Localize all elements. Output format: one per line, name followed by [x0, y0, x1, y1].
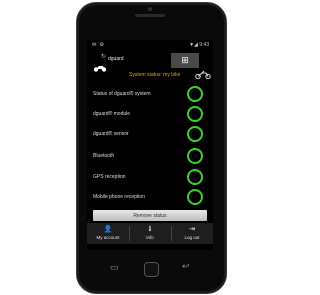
earpiece-speaker: [135, 14, 165, 17]
status-row-mobile: Mobile phone reception: [87, 187, 213, 207]
user-icon: 👤: [103, 226, 113, 233]
tab-dashboard[interactable]: ⊞: [171, 53, 199, 68]
row-label: dguard® module: [93, 111, 131, 117]
status-time: ▼◢ 9:43: [189, 42, 209, 48]
status-ok-icon: [187, 148, 203, 164]
row-label: Bluetooth: [93, 153, 115, 159]
status-row-module: dguard® module: [87, 104, 213, 124]
motorcycle-icon[interactable]: [195, 70, 211, 79]
app-screen: ✉ ⚙ ▼◢ 9:43 ↻ dguard ⊞ System status: my…: [87, 40, 213, 250]
notification-icons: ✉ ⚙: [92, 42, 106, 48]
nav-info[interactable]: ℹ Info: [129, 223, 171, 244]
row-label: Status of dguard® system: [93, 91, 151, 97]
remove-status-button[interactable]: Remove status: [93, 210, 207, 221]
front-camera: [148, 7, 152, 11]
status-ok-icon: [187, 189, 203, 205]
nav-log-out[interactable]: ⇥ Log out: [171, 223, 213, 244]
info-icon: ℹ: [148, 226, 152, 233]
row-label: dguard® sensor: [93, 131, 129, 137]
status-row-bluetooth: Bluetooth: [87, 146, 213, 166]
status-ok-icon: [187, 126, 203, 142]
status-bar: ✉ ⚙ ▼◢ 9:43: [87, 40, 213, 49]
back-key-icon[interactable]: ↩: [182, 261, 190, 272]
nav-label: My account: [96, 235, 120, 240]
logout-icon: ⇥: [189, 226, 195, 233]
status-ok-icon: [187, 106, 203, 122]
status-row-sensor: dguard® sensor: [87, 124, 213, 144]
bottom-nav: 👤 My account ℹ Info ⇥ Log out: [87, 223, 213, 244]
nav-my-account[interactable]: 👤 My account: [87, 223, 129, 244]
menu-key-icon[interactable]: ▭: [110, 262, 119, 273]
page-title: System status: my bike: [129, 72, 181, 78]
home-button[interactable]: [144, 262, 159, 277]
row-label: Mobile phone reception: [93, 194, 145, 200]
status-ok-icon: [187, 86, 203, 102]
motorcycle-icon: [93, 66, 107, 72]
status-row-system: Status of dguard® system: [87, 84, 213, 104]
nav-label: Log out: [184, 235, 200, 240]
status-ok-icon: [187, 169, 203, 185]
grid-icon: ⊞: [181, 55, 189, 65]
app-logo: dguard: [108, 56, 124, 62]
status-row-gps: GPS reception: [87, 167, 213, 187]
nav-label: Info: [146, 235, 154, 240]
refresh-icon[interactable]: ↻: [101, 53, 106, 60]
row-label: GPS reception: [93, 174, 126, 180]
